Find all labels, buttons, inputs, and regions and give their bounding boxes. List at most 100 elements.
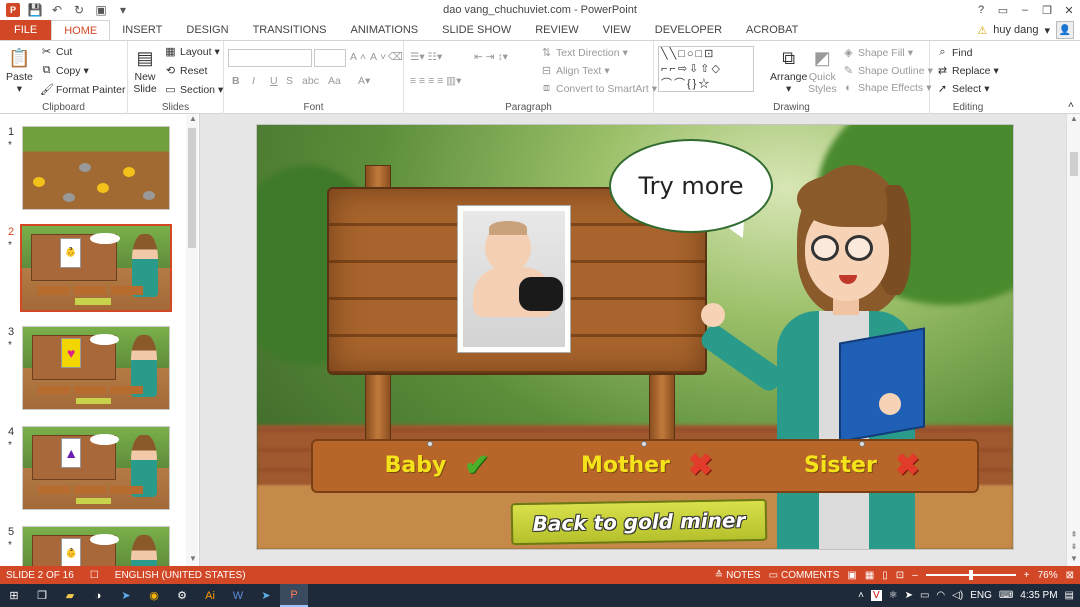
scroll-down-icon[interactable]: ▼ (1067, 554, 1080, 566)
word-icon[interactable]: W (224, 584, 252, 607)
help-icon[interactable]: ? (970, 0, 992, 20)
layout-button[interactable]: ▦ Layout ▾ (164, 45, 220, 59)
scrollbar-thumb[interactable] (1070, 152, 1078, 176)
quick-styles-button[interactable]: ◩ Quick Styles (808, 45, 837, 96)
start-from-beginning-icon[interactable]: ▣ (92, 1, 110, 19)
app-icon[interactable]: ⚙ (168, 584, 196, 607)
app-icon[interactable]: ◑ (84, 584, 112, 607)
find-button[interactable]: ⌕ Find (936, 46, 972, 59)
tab-insert[interactable]: INSERT (110, 20, 174, 40)
redo-icon[interactable]: ↻ (70, 1, 88, 19)
font-color-icon[interactable]: A▾ (358, 75, 370, 87)
keyboard-icon[interactable]: ⌨ (999, 590, 1013, 601)
tab-review[interactable]: REVIEW (523, 20, 590, 40)
battery-icon[interactable]: ▭ (920, 590, 929, 601)
notifications-icon[interactable]: ▤ (1065, 590, 1074, 601)
tab-animations[interactable]: ANIMATIONS (339, 20, 431, 40)
paste-button[interactable]: 📋 Paste ▾ (6, 45, 33, 96)
bold-button[interactable]: B (232, 75, 240, 87)
tab-acrobat[interactable]: ACROBAT (734, 20, 810, 40)
change-case-button[interactable]: Aa (328, 75, 341, 87)
underline-button[interactable]: U (270, 75, 278, 87)
zoom-level[interactable]: 76% (1038, 570, 1058, 581)
baby-photo[interactable] (457, 205, 571, 353)
text-direction-button[interactable]: ⇅ Text Direction ▾ (540, 46, 628, 60)
app-tray-icon[interactable]: ⚛ (889, 590, 898, 601)
shape-outline-button[interactable]: ✎ Shape Outline ▾ (842, 64, 933, 78)
restore-icon[interactable]: ❐ (1036, 0, 1058, 20)
zoom-in-icon[interactable]: + (1024, 570, 1030, 581)
cut-button[interactable]: ✂ Cut (40, 45, 72, 59)
wifi-icon[interactable]: ◠ (936, 590, 945, 601)
align-text-button[interactable]: ⊟ Align Text ▾ (540, 64, 610, 78)
slide-thumbnail[interactable]: 👶 (22, 526, 170, 566)
scroll-up-icon[interactable]: ▲ (186, 114, 199, 126)
arrange-button[interactable]: ⧉ Arrange ▾ (770, 45, 807, 96)
telegram-icon[interactable]: ➤ (905, 590, 913, 601)
shrink-font-button[interactable]: A ˅ (370, 51, 386, 63)
undo-icon[interactable]: ↶ (48, 1, 66, 19)
fit-slide-icon[interactable]: ⊠ (1066, 570, 1074, 581)
slide-sorter-icon[interactable]: ▦ (865, 570, 874, 581)
file-explorer-icon[interactable]: ▰ (56, 584, 84, 607)
language-indicator[interactable]: ENGLISH (UNITED STATES) (115, 570, 246, 581)
tab-view[interactable]: VIEW (591, 20, 643, 40)
collapse-ribbon-icon[interactable]: ˄ (1068, 99, 1074, 111)
scroll-down-icon[interactable]: ▼ (186, 554, 199, 566)
tab-design[interactable]: DESIGN (174, 20, 240, 40)
comments-button[interactable]: ▭ COMMENTS (769, 570, 840, 581)
speech-bubble[interactable]: Try more (609, 139, 773, 233)
previous-slide-icon[interactable]: ⇞ (1067, 530, 1080, 542)
ribbon-display-icon[interactable]: ▭ (992, 0, 1014, 20)
section-button[interactable]: ▭ Section ▾ (164, 83, 223, 97)
zoom-out-icon[interactable]: – (912, 570, 918, 581)
tab-slide-show[interactable]: SLIDE SHOW (430, 20, 523, 40)
telegram-icon[interactable]: ➤ (112, 584, 140, 607)
app-tray-icon[interactable]: V (870, 590, 882, 601)
slide-thumbnail-selected[interactable]: 👶 (20, 224, 172, 312)
reset-button[interactable]: ⟲ Reset (164, 64, 208, 78)
chrome-icon[interactable]: ◉ (140, 584, 168, 607)
next-slide-icon[interactable]: ⇟ (1067, 542, 1080, 554)
clock[interactable]: 4:35 PM (1020, 590, 1057, 601)
illustrator-icon[interactable]: Ai (196, 584, 224, 607)
tab-developer[interactable]: DEVELOPER (643, 20, 734, 40)
zoom-slider-thumb[interactable] (968, 570, 973, 580)
reading-view-icon[interactable]: ▯ (882, 570, 888, 581)
clear-format-icon[interactable]: ⌫ (388, 51, 403, 63)
shape-effects-button[interactable]: ◐ Shape Effects ▾ (842, 82, 931, 94)
slideshow-view-icon[interactable]: ⊡ (896, 570, 904, 581)
chevron-up-icon[interactable]: ˄ (858, 590, 864, 601)
close-icon[interactable]: ✕ (1058, 0, 1080, 20)
option-mother[interactable]: Mother ✖ (547, 437, 747, 493)
shape-fill-button[interactable]: ◈ Shape Fill ▾ (842, 46, 913, 60)
convert-smartart-button[interactable]: ⧈ Convert to SmartArt ▾ (540, 82, 657, 95)
format-painter-button[interactable]: 🖌 Format Painter (40, 83, 125, 97)
italic-button[interactable]: I (252, 75, 255, 87)
select-button[interactable]: ➚ Select ▾ (936, 82, 990, 96)
slide-canvas[interactable]: Try more Baby ✔ Mother ✖ Sister ✖ Back t… (256, 124, 1014, 550)
minimize-icon[interactable]: – (1014, 0, 1036, 20)
tab-home[interactable]: HOME (51, 20, 111, 40)
scroll-up-icon[interactable]: ▲ (1067, 114, 1080, 126)
slide-thumbnail[interactable]: ▲ (22, 426, 170, 510)
tab-transitions[interactable]: TRANSITIONS (241, 20, 339, 40)
option-sister[interactable]: Sister ✖ (762, 437, 962, 493)
input-language[interactable]: ENG (970, 590, 992, 601)
user-account[interactable]: ⚠ huy dang ▾ 👤 (977, 21, 1074, 39)
replace-button[interactable]: ⇄ Replace ▾ (936, 64, 999, 78)
save-icon[interactable]: 💾 (26, 1, 44, 19)
font-size-input[interactable] (314, 49, 346, 67)
spelling-icon[interactable]: ☐ (90, 570, 99, 581)
slide-thumbnail[interactable] (22, 126, 170, 210)
back-to-gold-miner-button[interactable]: Back to gold miner (510, 498, 768, 546)
font-name-input[interactable] (228, 49, 312, 67)
zoom-slider[interactable] (925, 570, 1016, 580)
bullets-icon[interactable]: ☰▾ ☷▾ (410, 51, 442, 63)
tab-file[interactable]: FILE (0, 20, 52, 40)
notes-button[interactable]: ≙ NOTES (715, 570, 761, 581)
strikethrough-button[interactable]: S (286, 75, 293, 87)
thumbnail-scrollbar[interactable]: ▲ ▼ (186, 114, 198, 566)
editor-scrollbar[interactable]: ▲ ⇞ ⇟ ▼ (1066, 114, 1080, 566)
option-baby[interactable]: Baby ✔ (337, 437, 537, 493)
